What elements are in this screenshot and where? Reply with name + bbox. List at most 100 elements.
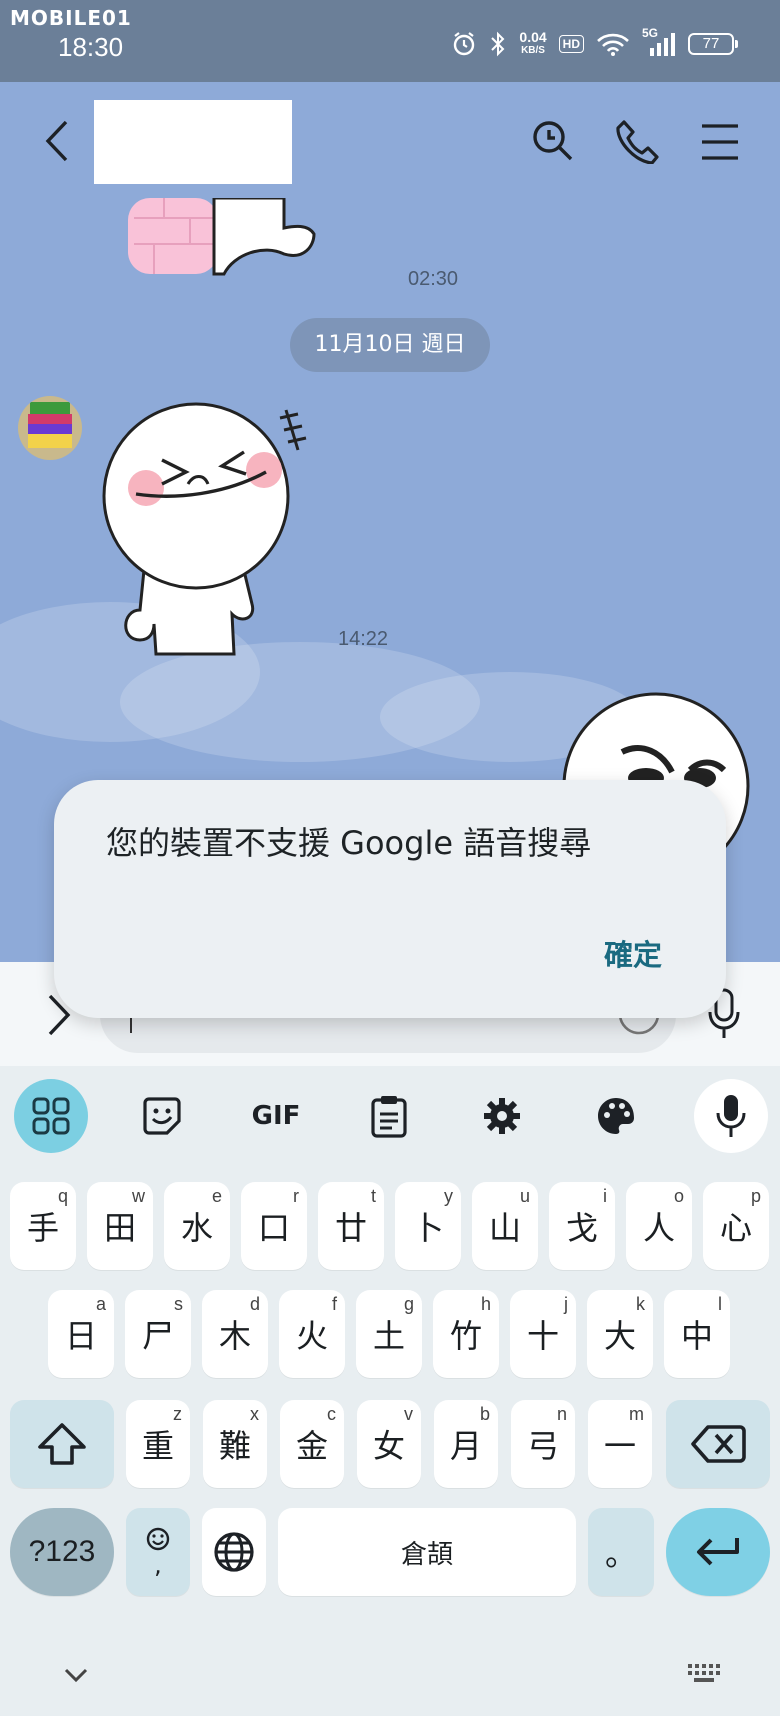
bluetooth-icon — [491, 31, 505, 57]
phone-icon[interactable] — [614, 118, 660, 164]
key-hint: b — [479, 1404, 490, 1424]
key-g[interactable]: 土g — [356, 1290, 422, 1378]
key-hint: s — [174, 1294, 183, 1314]
period-key[interactable]: 。 — [588, 1508, 654, 1596]
backspace-key[interactable] — [666, 1400, 770, 1488]
key-char: 水 — [180, 1209, 213, 1247]
key-x[interactable]: 難x — [203, 1400, 267, 1488]
key-l[interactable]: 中l — [664, 1290, 730, 1378]
key-hint: m — [629, 1404, 644, 1424]
menu-icon[interactable] — [700, 122, 740, 162]
shift-key[interactable] — [10, 1400, 114, 1488]
key-y[interactable]: 卜y — [395, 1182, 461, 1270]
key-char: 戈 — [565, 1209, 598, 1247]
mic-icon[interactable] — [694, 1079, 768, 1153]
message-timestamp: 02:30 — [408, 268, 459, 290]
key-u[interactable]: 山u — [472, 1182, 538, 1270]
key-char: 田 — [103, 1209, 136, 1247]
space-key[interactable]: 倉頡 — [278, 1508, 576, 1596]
key-hint: j — [564, 1294, 568, 1314]
key-f[interactable]: 火f — [279, 1290, 345, 1378]
key-char: 中 — [680, 1317, 713, 1355]
key-k[interactable]: 大k — [587, 1290, 653, 1378]
key-char: 火 — [295, 1317, 328, 1355]
key-char: 手 — [26, 1209, 59, 1247]
apps-icon[interactable] — [14, 1079, 88, 1153]
avatar[interactable] — [18, 396, 82, 460]
key-p[interactable]: 心p — [703, 1182, 769, 1270]
key-char: 廿 — [334, 1209, 367, 1247]
dialog-ok-button[interactable]: 確定 — [604, 932, 662, 974]
key-e[interactable]: 水e — [164, 1182, 230, 1270]
key-hint: g — [403, 1294, 414, 1314]
key-a[interactable]: 日a — [48, 1290, 114, 1378]
key-hint: w — [132, 1186, 145, 1206]
enter-key[interactable] — [666, 1508, 770, 1596]
sticker-icon[interactable] — [126, 1080, 198, 1152]
key-hint: l — [718, 1294, 722, 1314]
key-hint: z — [173, 1404, 182, 1424]
key-i[interactable]: 戈i — [549, 1182, 615, 1270]
wifi-icon — [597, 33, 629, 56]
key-w[interactable]: 田w — [87, 1182, 153, 1270]
key-char: 金 — [295, 1427, 328, 1465]
key-m[interactable]: 一m — [588, 1400, 652, 1488]
emoji-comma-key[interactable]: , — [126, 1508, 190, 1596]
key-hint: i — [603, 1186, 607, 1206]
settings-icon[interactable] — [466, 1080, 538, 1152]
language-key[interactable] — [202, 1508, 266, 1596]
key-hint: e — [211, 1186, 222, 1206]
key-hint: f — [331, 1294, 337, 1314]
hide-keyboard-icon[interactable] — [62, 1666, 90, 1684]
key-r[interactable]: 口r — [241, 1182, 307, 1270]
key-char: 山 — [488, 1209, 521, 1247]
symbols-key[interactable]: ?123 — [10, 1508, 114, 1596]
key-hint: x — [250, 1404, 259, 1424]
watermark: MOBILE01 — [10, 6, 132, 30]
key-q[interactable]: 手q — [10, 1182, 76, 1270]
key-char: 大 — [603, 1317, 636, 1355]
key-n[interactable]: 弓n — [511, 1400, 575, 1488]
key-hint: k — [636, 1294, 645, 1314]
keyboard: GIF 手q田w水e口r廿t卜y山u戈i人o心p 日a尸s木d火f土g竹h十j大… — [0, 1066, 780, 1716]
key-char: 女 — [372, 1427, 405, 1465]
key-s[interactable]: 尸s — [125, 1290, 191, 1378]
hd-badge: HD — [558, 35, 584, 53]
key-hint: y — [444, 1186, 453, 1206]
message-timestamp: 14:22 — [338, 628, 389, 650]
key-char: 重 — [141, 1427, 174, 1465]
key-h[interactable]: 竹h — [433, 1290, 499, 1378]
key-hint: u — [519, 1186, 530, 1206]
key-hint: r — [293, 1186, 299, 1206]
network-speed: 0.04 KB/S — [519, 29, 547, 56]
search-icon[interactable] — [530, 118, 576, 164]
sticker-peek[interactable] — [124, 198, 344, 278]
key-d[interactable]: 木d — [202, 1290, 268, 1378]
key-char: 心 — [719, 1209, 752, 1247]
key-hint: a — [95, 1294, 106, 1314]
key-hint: q — [57, 1186, 68, 1206]
key-c[interactable]: 金c — [280, 1400, 344, 1488]
key-j[interactable]: 十j — [510, 1290, 576, 1378]
key-hint: p — [750, 1186, 761, 1206]
key-o[interactable]: 人o — [626, 1182, 692, 1270]
keyboard-switch-icon[interactable] — [686, 1662, 722, 1684]
key-hint: n — [556, 1404, 567, 1424]
cell-signal-icon: 5G — [642, 26, 676, 58]
back-icon[interactable] — [40, 118, 74, 164]
dialog-message: 您的裝置不支援 Google 語音搜尋 — [106, 824, 592, 862]
key-z[interactable]: 重z — [126, 1400, 190, 1488]
key-b[interactable]: 月b — [434, 1400, 498, 1488]
clipboard-icon[interactable] — [353, 1080, 425, 1152]
key-hint: v — [404, 1404, 413, 1424]
key-hint: t — [370, 1186, 376, 1206]
gif-icon[interactable]: GIF — [240, 1080, 312, 1152]
theme-palette-icon[interactable] — [580, 1080, 652, 1152]
status-time: 18:30 — [58, 32, 124, 62]
chat-contact-name-redacted — [94, 100, 292, 184]
key-t[interactable]: 廿t — [318, 1182, 384, 1270]
key-hint: c — [327, 1404, 336, 1424]
sticker-laughing[interactable] — [96, 400, 316, 660]
key-char: 木 — [218, 1317, 251, 1355]
key-v[interactable]: 女v — [357, 1400, 421, 1488]
